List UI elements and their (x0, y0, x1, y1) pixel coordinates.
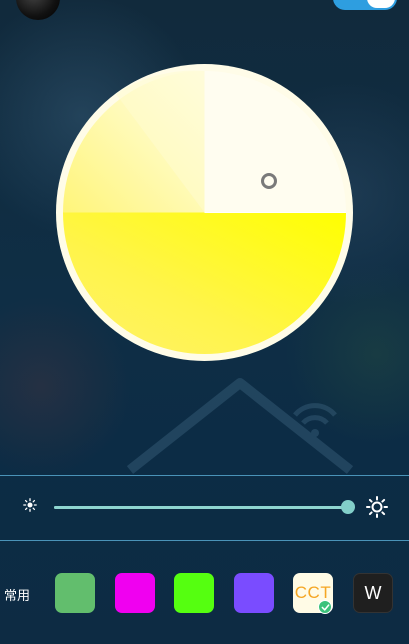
color-temperature-wheel[interactable] (56, 64, 353, 361)
divider (0, 475, 409, 476)
avatar[interactable] (16, 0, 60, 20)
preset-swatch-lime[interactable] (174, 573, 214, 613)
preset-swatch-white[interactable]: W (353, 573, 393, 613)
brightness-fill (54, 506, 348, 509)
sun-small-icon (23, 498, 37, 512)
power-toggle[interactable] (333, 0, 397, 10)
brightness-slider[interactable] (54, 500, 355, 514)
check-icon (318, 600, 332, 614)
presets-label: 常用 (4, 589, 31, 604)
white-label: W (364, 583, 382, 603)
brightness-thumb[interactable] (341, 500, 355, 514)
divider (0, 540, 409, 541)
preset-swatch-green[interactable] (55, 573, 95, 613)
preset-swatch-magenta[interactable] (115, 573, 155, 613)
toggle-knob (367, 0, 395, 8)
brightness-row (0, 488, 409, 528)
preset-swatch-cct[interactable]: CCT (293, 573, 333, 614)
house-wifi-watermark-icon (126, 378, 354, 474)
sun-large-icon (366, 496, 388, 518)
preset-swatch-violet[interactable] (234, 573, 274, 613)
